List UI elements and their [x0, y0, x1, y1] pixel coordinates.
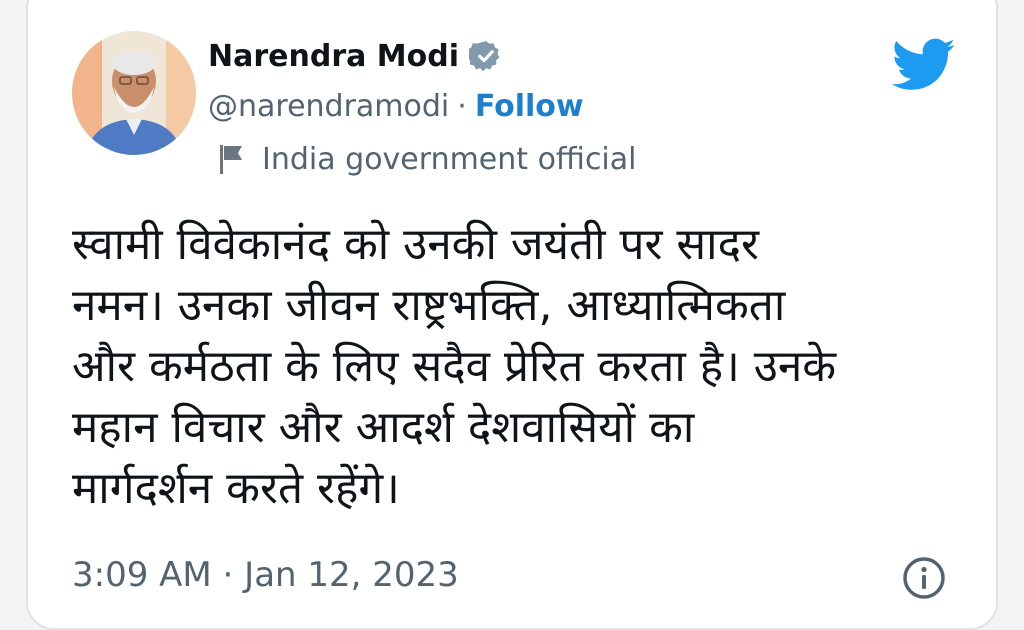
author-handle[interactable]: @narendramodi	[208, 89, 449, 124]
affiliation-text: India government official	[262, 141, 637, 177]
author-name-row: Narendra Modi	[208, 34, 503, 78]
affiliation-label: India government official	[218, 138, 637, 180]
author-handle-row: @narendramodi · Follow	[208, 84, 584, 128]
avatar[interactable]	[72, 31, 196, 155]
flag-icon	[218, 142, 248, 176]
info-icon[interactable]	[902, 556, 946, 600]
tweet-text: स्वामी विवेकानंद को उनकी जयंती पर सादर न…	[72, 219, 837, 514]
separator-dot: ·	[457, 88, 467, 124]
verified-badge-icon	[466, 39, 503, 73]
tweet-timestamp[interactable]: 3:09 AM · Jan 12, 2023	[72, 552, 459, 598]
follow-button[interactable]: Follow	[475, 89, 584, 124]
author-display-name[interactable]: Narendra Modi	[208, 39, 459, 74]
twitter-bird-icon[interactable]	[891, 38, 956, 92]
